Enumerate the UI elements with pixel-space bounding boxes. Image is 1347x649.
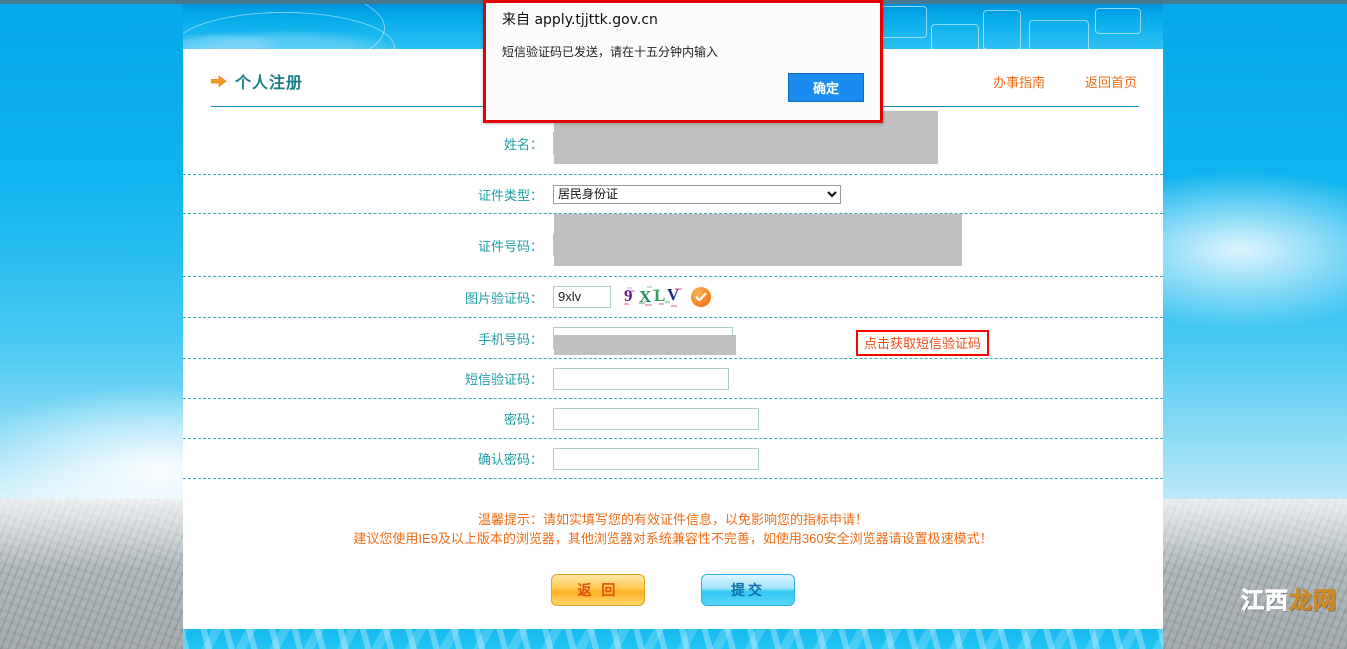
field-name [553,111,1163,164]
get-sms-code-button[interactable]: 点击获取短信验证码 [864,336,981,351]
form-row-image-captcha: 图片验证码： 9 X L V [183,277,1163,318]
banner-shape [931,24,979,49]
notice-line-2: 建议您使用IE9及以上版本的浏览器，其他浏览器对系统兼容性不完善，如使用360安… [353,531,993,546]
field-password [553,407,1163,430]
site-footer-bar [183,629,1163,649]
form-row-id-number: 证件号码： [183,214,1163,277]
confirm-password-input[interactable] [553,447,759,470]
site-watermark: 江西龙网 [1241,581,1337,615]
page-title-group: 个人注册 [211,69,303,93]
sms-code-button-highlight: 点击获取短信验证码 [856,330,990,356]
form-row-confirm-password: 确认密码： [183,439,1163,479]
label-confirm-password: 确认密码： [477,452,543,467]
form-actions: 返 回 提交 [183,574,1163,606]
password-input[interactable] [553,407,759,430]
field-id-type: 居民身份证 [553,184,1163,204]
sms-code-input[interactable] [553,367,729,390]
form-row-phone: 手机号码： 点击获取短信验证码 [183,318,1163,359]
field-confirm-password [553,447,1163,470]
label-id-number: 证件号码： [477,238,543,254]
label-sms-code: 短信验证码： [464,372,543,387]
id-number-redaction-overlay [554,214,962,266]
browser-alert-dialog: 来自 apply.tjjttk.gov.cn 短信验证码已发送，请在十五分钟内输… [483,0,883,123]
label-image-captcha: 图片验证码： [464,290,543,306]
dialog-ok-button[interactable]: 确定 [788,73,864,102]
label-phone: 手机号码： [477,331,543,347]
dialog-origin-text: 来自 apply.tjjttk.gov.cn [502,12,658,28]
registration-form: 姓名： 证件类型： 居民身份证 证件号码： 图片验证码： 9xlv 9 X L … [183,111,1163,479]
captcha-verified-check-icon [691,287,711,307]
field-sms-code [553,367,1163,390]
banner-shape [1029,20,1089,49]
field-id-number [553,214,1163,266]
label-name: 姓名： [503,136,543,152]
field-phone: 点击获取短信验证码 [553,327,1163,356]
watermark-part-1: 江西 [1241,588,1289,615]
nav-link-guide[interactable]: 办事指南 [993,72,1045,91]
captcha-noise-lines [624,286,682,307]
nav-link-home[interactable]: 返回首页 [1085,72,1137,91]
watermark-part-2: 龙网 [1289,588,1337,615]
form-row-sms-code: 短信验证码： [183,359,1163,399]
form-row-password: 密码： [183,399,1163,439]
page-title: 个人注册 [235,75,304,92]
notice-line-1: 温馨提示：请如实填写您的有效证件信息，以免影响您的指标申请！ [477,512,868,527]
dialog-message-text: 短信验证码已发送，请在十五分钟内输入 [502,45,719,59]
image-captcha-input[interactable] [553,286,611,308]
form-notice: 温馨提示：请如实填写您的有效证件信息，以免影响您的指标申请！ 建议您使用IE9及… [183,510,1163,548]
label-id-type: 证件类型： [477,187,543,203]
back-button[interactable]: 返 回 [551,574,645,606]
form-row-id-type: 证件类型： 居民身份证 [183,175,1163,214]
captcha-image[interactable]: 9 X L V [623,285,685,309]
phone-redaction-overlay [554,335,736,355]
arrow-right-icon [211,74,227,87]
submit-button[interactable]: 提交 [701,574,795,606]
label-password: 密码： [503,412,543,427]
field-image-captcha: 9 X L V [553,285,1163,309]
id-type-select[interactable]: 居民身份证 [553,184,841,204]
banner-shape [983,10,1021,49]
banner-shape [1095,8,1141,34]
top-nav: 办事指南 返回首页 [993,72,1137,91]
